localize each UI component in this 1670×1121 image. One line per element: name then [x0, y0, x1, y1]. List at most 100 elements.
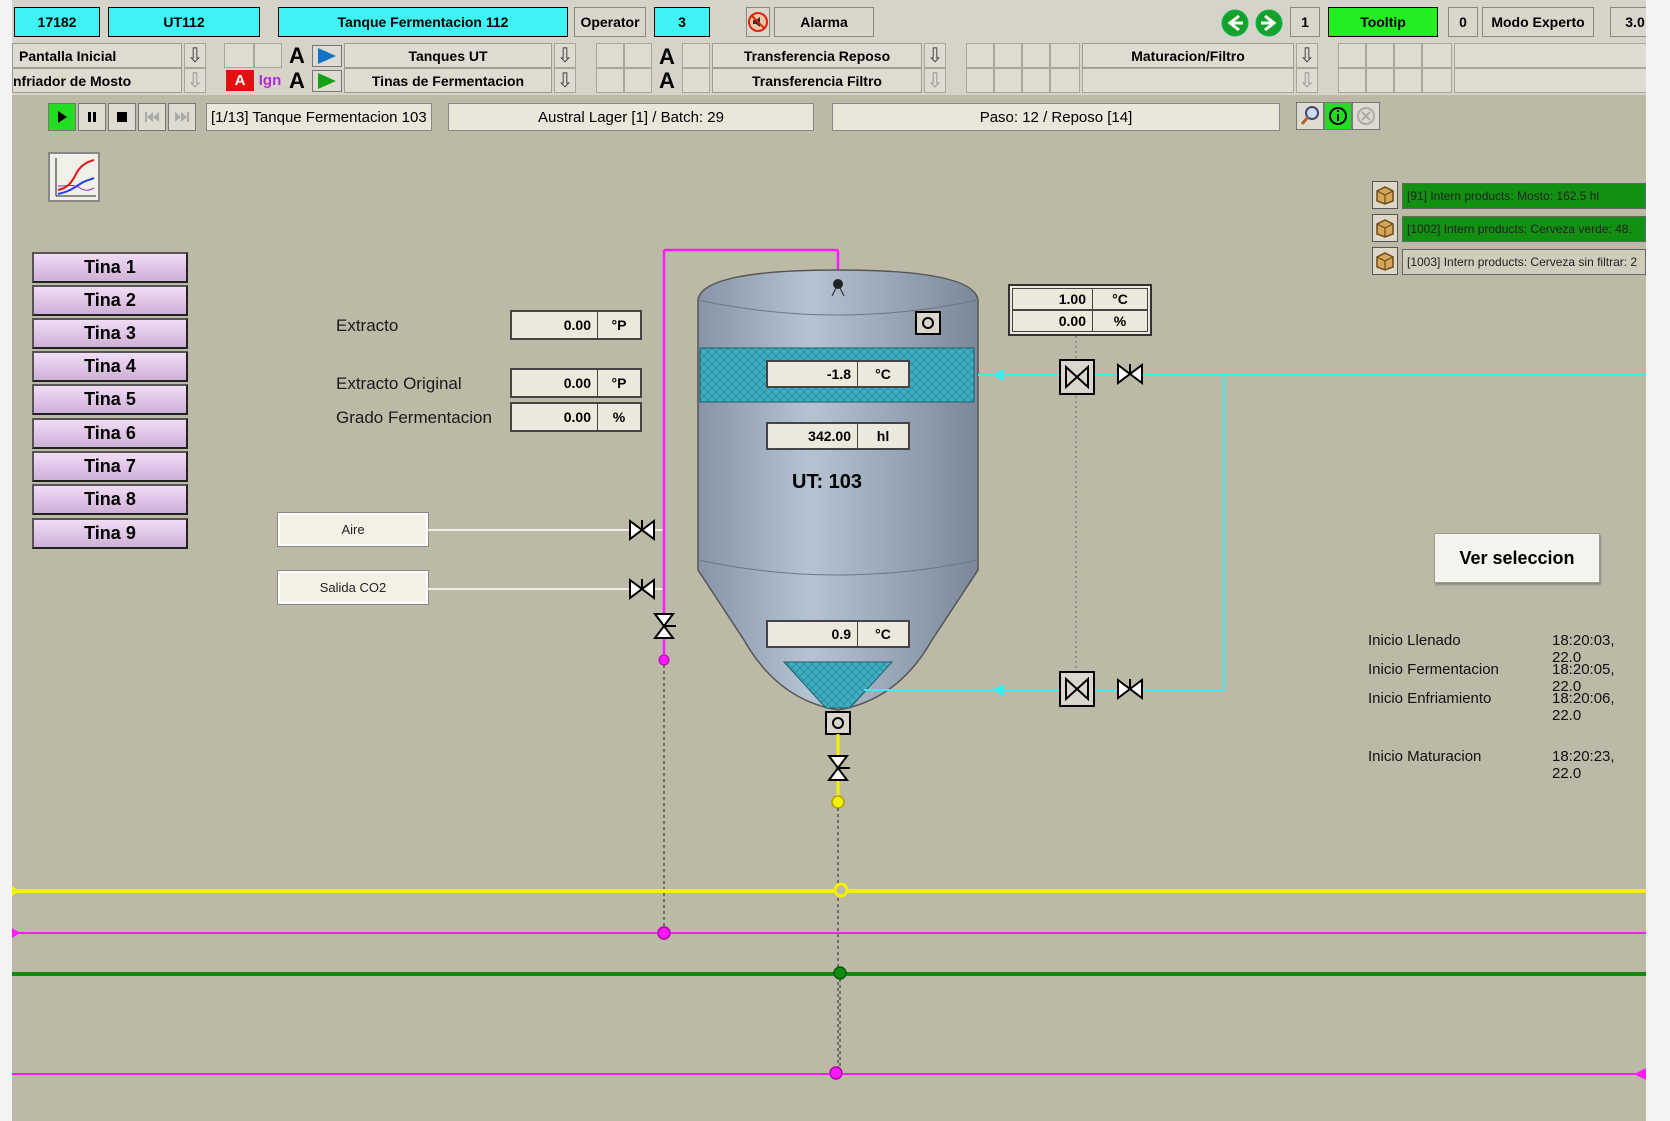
product-row-2[interactable]: [1002] Intern products: Cerveza verde: 4… — [1402, 216, 1646, 242]
menu-empty-cell — [224, 43, 254, 68]
stop-button[interactable] — [108, 103, 136, 131]
event-label: Inicio Fermentacion — [1368, 661, 1499, 678]
counter-two: 0 — [1448, 7, 1478, 37]
menu-down-arrow-icon[interactable]: ⇩ — [1296, 68, 1318, 93]
menu-empty-cell — [1454, 43, 1646, 68]
menu-pantalla-inicial[interactable]: Pantalla Inicial — [12, 43, 182, 68]
menu-empty-cell — [1022, 68, 1050, 93]
play-green-icon[interactable] — [312, 70, 342, 92]
pause-button[interactable] — [78, 103, 106, 131]
menu-empty-cell — [624, 43, 652, 68]
menu-empty-cell — [682, 68, 710, 93]
arrow-left-icon — [1221, 9, 1249, 37]
menu-down-arrow-icon[interactable]: ⇩ — [554, 43, 576, 68]
product-box-icon[interactable] — [1372, 247, 1398, 275]
menu-empty-cell — [1050, 43, 1080, 68]
menu-empty-cell — [596, 68, 624, 93]
navigation-menu: Pantalla Inicial ⇩ A Tanques UT ⇩ A Tran… — [12, 43, 1646, 95]
menu-transferencia-filtro[interactable]: Transferencia Filtro — [712, 68, 922, 93]
product-row-3[interactable]: [1003] Intern products: Cerveza sin filt… — [1402, 249, 1646, 275]
unit-label: UT112 — [108, 7, 260, 37]
menu-down-arrow-icon[interactable]: ⇩ — [924, 43, 946, 68]
counter-one: 1 — [1290, 7, 1320, 37]
volume-value: 342.00 — [768, 424, 858, 448]
skip-back-icon — [145, 112, 159, 122]
setpoint-pct-row: 0.00 % — [1012, 310, 1148, 332]
ver-seleccion-button[interactable]: Ver seleccion — [1434, 533, 1600, 583]
cone-temp-box[interactable]: 0.9 °C — [766, 620, 910, 648]
search-button[interactable] — [1296, 102, 1324, 130]
menu-empty-cell — [1338, 68, 1366, 93]
menu-empty-cell — [994, 43, 1022, 68]
forward-button[interactable] — [1254, 8, 1284, 38]
back-button[interactable] — [1220, 8, 1250, 38]
menu-empty-cell — [966, 43, 994, 68]
skip-forward-button[interactable] — [168, 103, 196, 131]
play-icon — [58, 111, 67, 123]
menu-transferencia-reposo[interactable]: Transferencia Reposo — [712, 43, 922, 68]
menu-down-arrow-icon[interactable]: ⇩ — [184, 68, 206, 93]
menu-down-arrow-icon[interactable]: ⇩ — [1296, 43, 1318, 68]
product-box-icon[interactable] — [1372, 214, 1398, 242]
version-label: 3.0 — [1610, 7, 1646, 37]
auto-mode-icon[interactable]: A — [654, 44, 680, 69]
jacket-temp-value: -1.8 — [768, 362, 858, 386]
alarm-a-indicator[interactable]: A — [226, 70, 254, 91]
event-label: Inicio Maturacion — [1368, 748, 1482, 765]
skip-back-button[interactable] — [138, 103, 166, 131]
menu-empty-cell — [1394, 68, 1422, 93]
hmi-screen: 17182 UT112 Tanque Fermentacion 112 Oper… — [12, 0, 1646, 1121]
menu-empty-cell — [1082, 68, 1294, 93]
menu-down-arrow-icon[interactable]: ⇩ — [924, 68, 946, 93]
arrow-right-icon — [1255, 9, 1283, 37]
play-blue-icon[interactable] — [312, 45, 342, 67]
info-icon — [1329, 107, 1347, 125]
pause-icon — [88, 112, 96, 122]
product-box-icon[interactable] — [1372, 181, 1398, 209]
menu-down-arrow-icon[interactable]: ⇩ — [554, 68, 576, 93]
menu-empty-cell — [1050, 68, 1080, 93]
tooltip-toggle[interactable]: Tooltip — [1328, 7, 1438, 37]
expert-mode-button[interactable]: Modo Experto — [1482, 7, 1594, 37]
menu-tinas-de-fermentacion[interactable]: Tinas de Fermentacion — [344, 68, 552, 93]
volume-box[interactable]: 342.00 hl — [766, 422, 910, 450]
product-row-1[interactable]: [91] Intern products: Mosto: 162.5 hl — [1402, 183, 1646, 209]
ignore-indicator[interactable]: Ign — [256, 68, 284, 93]
menu-empty-cell — [1454, 68, 1646, 93]
volume-unit: hl — [876, 428, 890, 444]
setpoint-temp-unit: °C — [1112, 291, 1128, 307]
batch-field: Austral Lager [1] / Batch: 29 — [448, 103, 814, 131]
menu-empty-cell — [254, 43, 282, 68]
menu-down-arrow-icon[interactable]: ⇩ — [184, 43, 206, 68]
stop-icon — [117, 112, 127, 122]
event-label: Inicio Enfriamiento — [1368, 690, 1492, 707]
step-counter-field: [1/13] Tanque Fermentacion 103 — [206, 103, 432, 131]
auto-mode-icon[interactable]: A — [654, 68, 680, 93]
close-circle-icon — [1357, 107, 1375, 125]
process-control-bar: [1/13] Tanque Fermentacion 103 Austral L… — [12, 95, 1646, 138]
user-level: 3 — [654, 7, 710, 37]
cone-temp-unit: °C — [875, 626, 891, 642]
setpoint-pct-unit: % — [1113, 313, 1127, 329]
box-icon — [1376, 186, 1394, 205]
menu-empty-cell — [1394, 43, 1422, 68]
auto-mode-icon[interactable]: A — [284, 68, 310, 93]
menu-empty-cell — [682, 43, 710, 68]
menu-maturacion-filtro[interactable]: Maturacion/Filtro — [1082, 43, 1294, 68]
info-button[interactable] — [1324, 102, 1352, 130]
cancel-button[interactable] — [1352, 102, 1380, 130]
jacket-temp-box[interactable]: -1.8 °C — [766, 360, 910, 388]
alarm-button[interactable]: Alarma — [774, 7, 874, 37]
play-button[interactable] — [48, 103, 76, 131]
menu-empty-cell — [1422, 68, 1452, 93]
alarm-mute-button[interactable] — [746, 7, 770, 37]
menu-empty-cell — [966, 68, 994, 93]
menu-empty-cell — [1422, 43, 1452, 68]
menu-empty-cell — [1366, 43, 1394, 68]
menu-tanques-ut[interactable]: Tanques UT — [344, 43, 552, 68]
user-role[interactable]: Operator — [574, 7, 646, 37]
event-time: 18:20:06, 22.0 — [1552, 690, 1615, 724]
auto-mode-icon[interactable]: A — [284, 43, 310, 68]
setpoint-panel[interactable]: 1.00 °C 0.00 % — [1008, 284, 1152, 336]
menu-enfriador-de-mosto[interactable]: nfriador de Mosto — [12, 68, 182, 93]
